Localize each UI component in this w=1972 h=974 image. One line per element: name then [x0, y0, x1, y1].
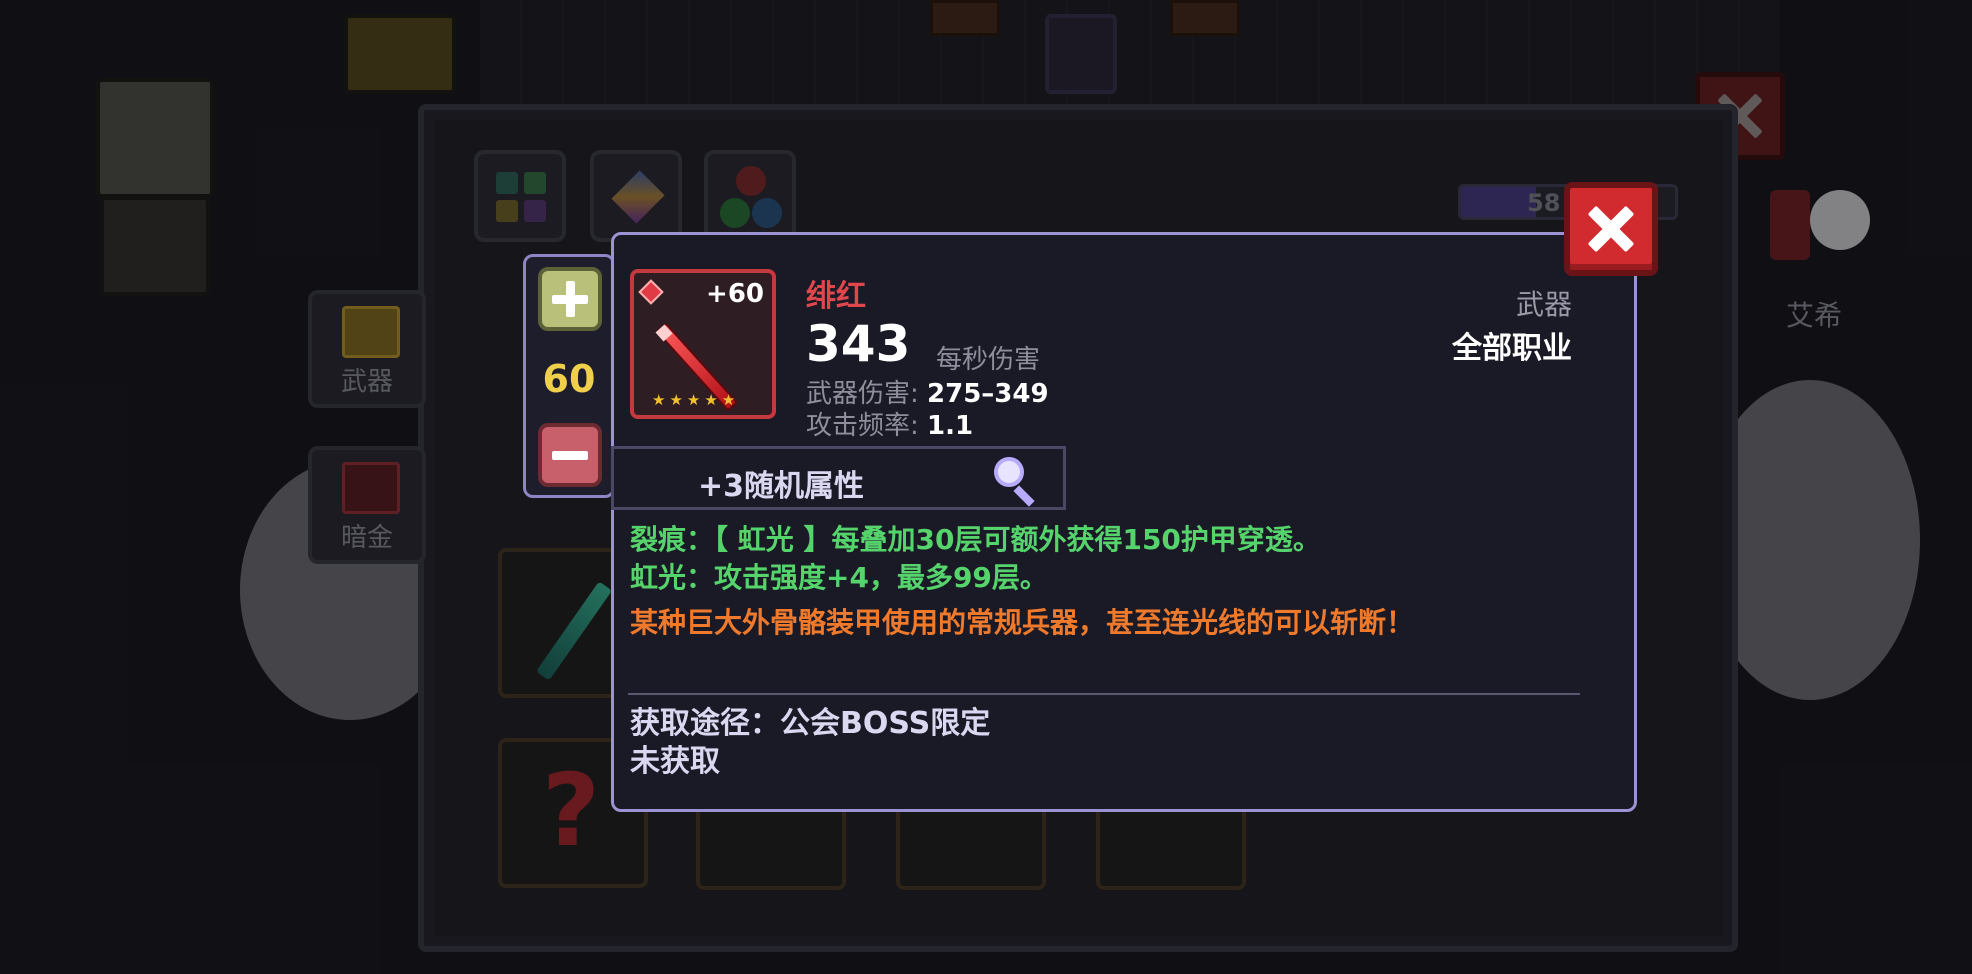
character-sprite: [1770, 180, 1900, 280]
item-icon-frame: +60 ★★★★★: [630, 269, 776, 419]
item-dps: 343: [806, 315, 911, 373]
item-name: 绯红: [806, 279, 866, 314]
enhance-level: +60: [706, 279, 764, 309]
category-weapon[interactable]: 武器: [308, 290, 426, 408]
effect-line: 裂痕：【 虹光 】每叠加30层可额外获得150护甲穿透。: [630, 523, 1321, 556]
category-label: 武器: [340, 367, 393, 397]
random-attributes-row: +3随机属性: [611, 446, 1066, 510]
weapon-chest-icon: [342, 306, 400, 358]
level-value: 60: [542, 357, 596, 401]
magnifier-icon[interactable]: [994, 457, 1038, 507]
dark-gold-chest-icon: [342, 462, 400, 514]
item-source: 获取途径：公会BOSS限定 未获取: [630, 705, 990, 781]
banner-decoration: [930, 0, 1000, 36]
tab-orbs[interactable]: [704, 150, 796, 242]
tab-gems[interactable]: [590, 150, 682, 242]
source-text: 获取途径：公会BOSS限定: [630, 706, 991, 741]
item-type: 武器: [1515, 288, 1572, 321]
star-rating: ★★★★★: [652, 391, 740, 409]
crate: [100, 196, 210, 296]
minus-icon: [552, 437, 588, 473]
item-detail-popup: +60 ★★★★★ 绯红 343 每秒伤害 武器伤害: 275–349 攻击频率…: [611, 232, 1637, 812]
plus-icon: [552, 281, 588, 317]
divider: [628, 693, 1580, 695]
dps-label: 每秒伤害: [936, 345, 1041, 375]
item-slot[interactable]: [1096, 800, 1246, 890]
tab-all-items[interactable]: [474, 150, 566, 242]
item-effects: 裂痕：【 虹光 】每叠加30层可额外获得150护甲穿透。 虹光：攻击强度+4，最…: [630, 521, 1600, 641]
attack-rate-stat: 攻击频率: 1.1: [806, 405, 973, 442]
category-dark-gold[interactable]: 暗金: [308, 446, 426, 564]
experience-fill: [1461, 187, 1536, 217]
banner-decoration: [1170, 0, 1240, 36]
crest-emblem: [1045, 14, 1117, 94]
question-mark-icon: ?: [542, 752, 601, 869]
crate: [344, 14, 456, 94]
item-slot[interactable]: [696, 800, 846, 890]
item-slot[interactable]: [896, 800, 1046, 890]
effect-line: 虹光：攻击强度+4，最多99层。: [630, 561, 1048, 594]
level-stepper: 60: [523, 254, 615, 498]
category-label: 暗金: [340, 523, 393, 553]
gem-icon: [611, 170, 665, 224]
crate: [96, 78, 214, 198]
rarity-gem-icon: [638, 279, 664, 305]
close-button[interactable]: [1564, 182, 1658, 276]
blade-icon: [535, 581, 613, 681]
orbs-icon: [736, 166, 766, 196]
item-class-restriction: 全部职业: [1452, 331, 1572, 366]
stat-label: 攻击频率:: [806, 411, 919, 441]
increase-level-button[interactable]: [538, 267, 602, 331]
castle-wall: [480, 0, 1780, 110]
flavor-text: 某种巨大外骨骼装甲使用的常规兵器，甚至连光线的可以斩断！: [630, 606, 1415, 639]
obtain-status: 未获取: [630, 744, 720, 779]
stat-value: 1.1: [927, 411, 974, 441]
grid-icon: [496, 172, 518, 194]
random-attributes-label: +3随机属性: [698, 469, 865, 504]
experience-text: 58: [1527, 189, 1561, 217]
decrease-level-button[interactable]: [538, 423, 602, 487]
character-name: 艾希: [1786, 299, 1843, 332]
